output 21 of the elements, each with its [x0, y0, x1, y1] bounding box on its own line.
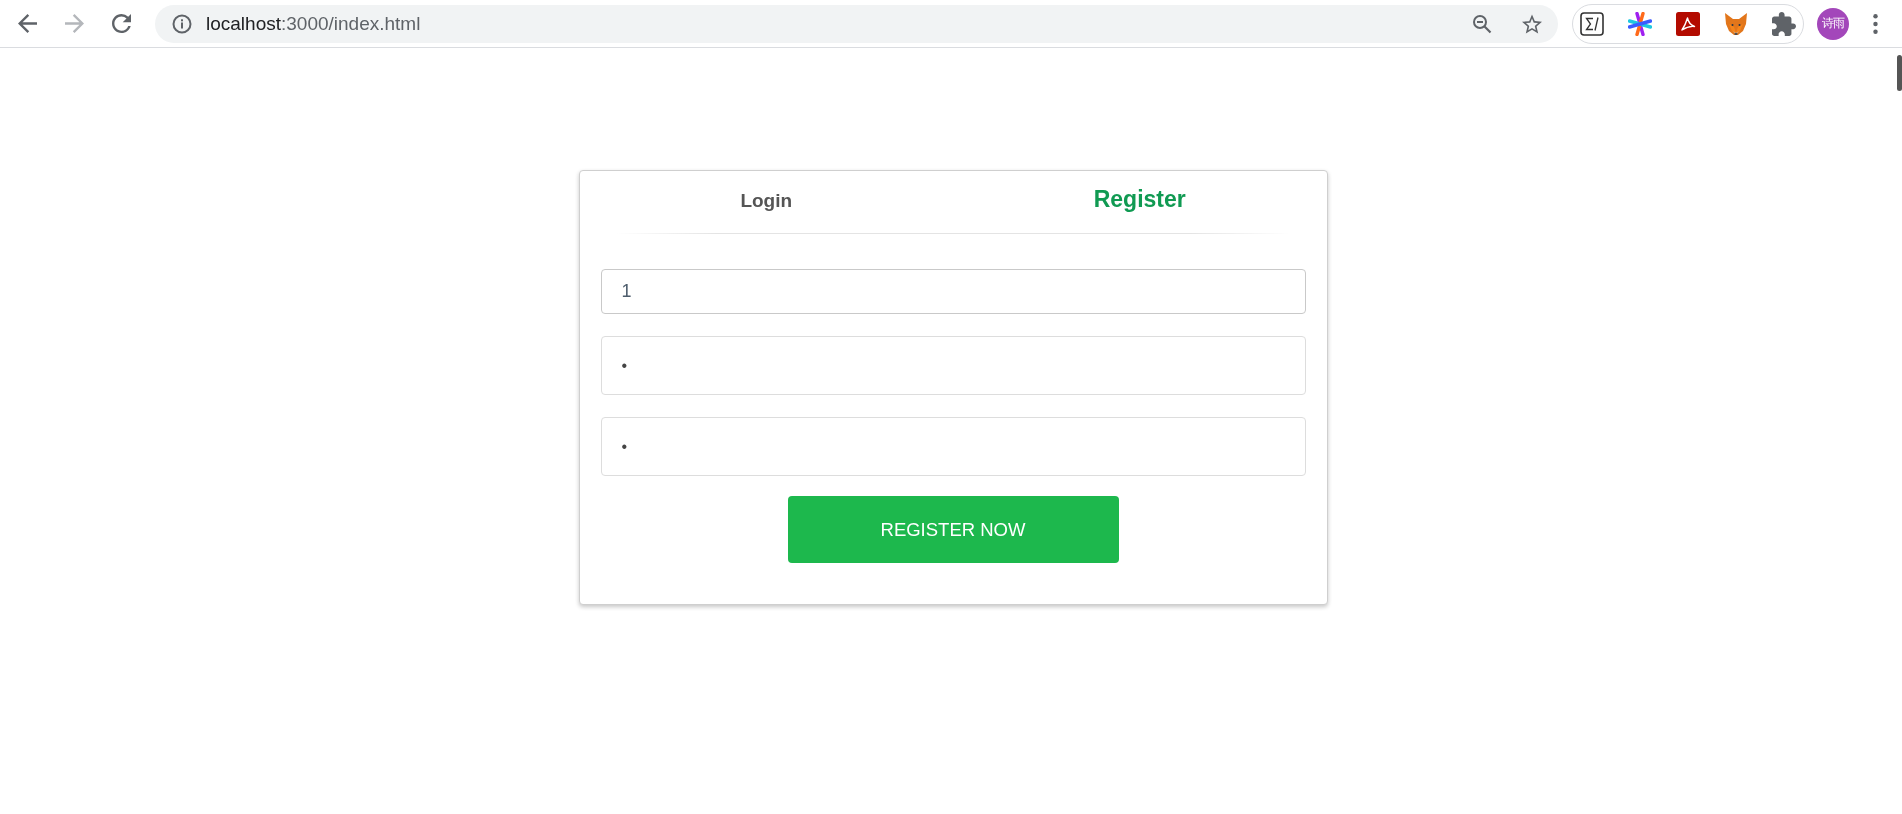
puzzle-icon [1772, 11, 1796, 36]
scrollbar-thumb[interactable] [1897, 55, 1902, 91]
forward-arrow-icon [64, 14, 84, 33]
form-tab[interactable]: Register [1089, 184, 1190, 215]
back-arrow-icon [17, 14, 37, 33]
pdf-icon [1676, 11, 1700, 36]
username-field[interactable]: 1 [600, 269, 1306, 314]
info-icon[interactable] [172, 13, 192, 34]
reload-icon [111, 14, 131, 33]
fox-icon [1724, 11, 1748, 36]
profile-avatar[interactable]: 诗雨 [1817, 7, 1849, 40]
star-icon [1522, 13, 1542, 34]
password-field[interactable]: • [600, 336, 1306, 395]
form-tab[interactable]: Login [736, 188, 797, 214]
more-icon [1872, 13, 1878, 34]
address-bar[interactable]: localhost:3000/index.html [155, 4, 1558, 43]
password-field[interactable]: • [600, 417, 1306, 476]
zoom-out-icon [1472, 13, 1492, 34]
sigma-icon [1580, 11, 1604, 36]
sparkle-icon [1628, 11, 1652, 36]
url-text: localhost:3000/index.html [206, 12, 421, 35]
